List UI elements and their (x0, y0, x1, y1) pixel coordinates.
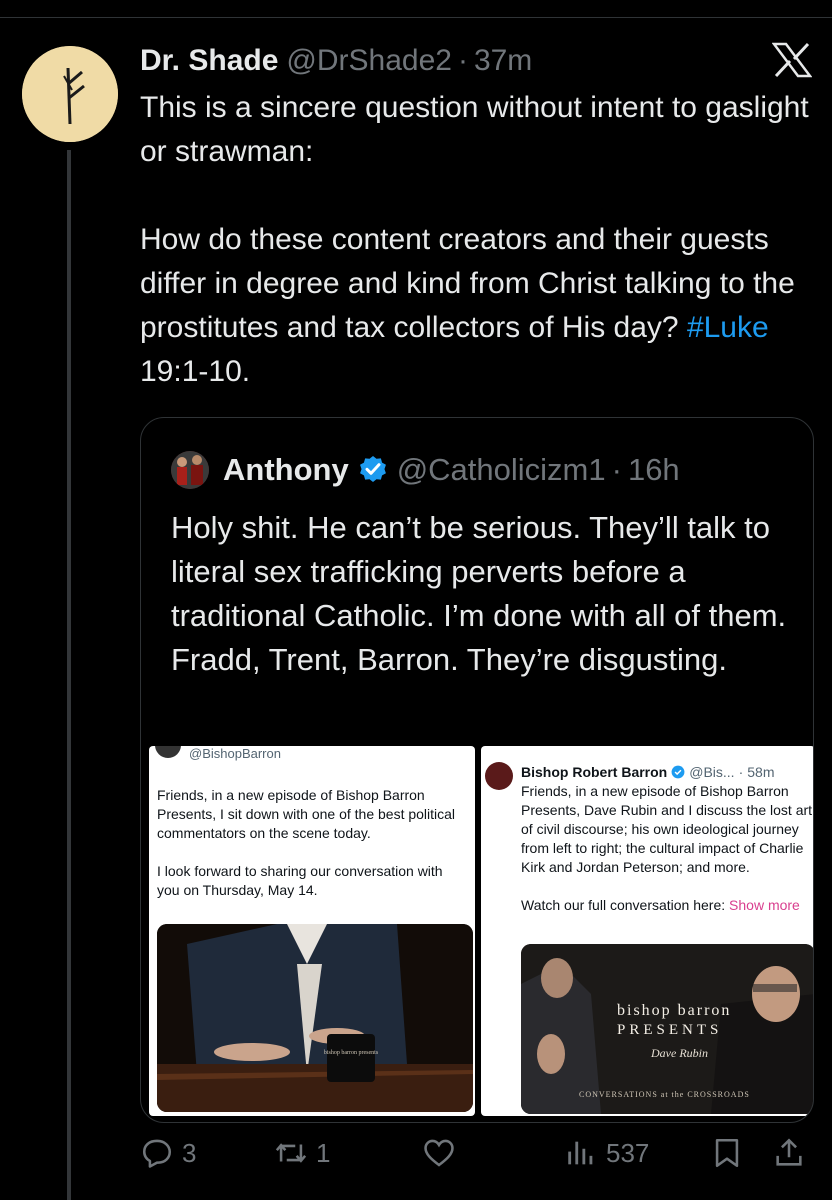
repost-count: 1 (316, 1137, 331, 1168)
tweet-time[interactable]: 37m (474, 44, 532, 78)
heart-icon (424, 1139, 454, 1167)
verified-badge-small-icon (671, 765, 685, 779)
action-bar: 3 1 537 (140, 1130, 820, 1176)
embedded-right-paragraph-2: Watch our full conversation here: Show m… (521, 896, 813, 915)
thumbnail-title: bishop barron (617, 1002, 732, 1019)
quote-text: Holy shit. He can’t be serious. They’ll … (171, 510, 787, 677)
reply-count: 3 (182, 1137, 197, 1168)
tweet-paragraph-1: This is a sincere question without inten… (140, 91, 809, 168)
quote-author-name[interactable]: Anthony (223, 452, 349, 488)
tweet-body: This is a sincere question without inten… (140, 86, 820, 394)
embedded-text-right: Friends, in a new episode of Bishop Barr… (521, 782, 813, 934)
top-divider (0, 0, 832, 18)
show-more-link: Show more (729, 897, 800, 913)
view-count: 537 (606, 1137, 650, 1168)
bookmark-icon (715, 1138, 739, 1168)
author-avatar[interactable] (22, 46, 118, 142)
embedded-right-avatar (485, 762, 513, 790)
thumbnail-guest: Dave Rubin (651, 1046, 708, 1060)
tweet-paragraph-2: How do these content creators and their … (140, 218, 820, 394)
bookmark-button[interactable] (710, 1130, 744, 1176)
repost-button[interactable]: 1 (274, 1130, 330, 1176)
thumbnail-footer: CONVERSATIONS at the CROSSROADS (579, 1090, 750, 1099)
embedded-right-time: 58m (747, 764, 775, 780)
author-name[interactable]: Dr. Shade (140, 44, 278, 78)
tweet-header: Dr. Shade @DrShade2 · 37m (140, 40, 532, 82)
embedded-right-paragraph-2-text: Watch our full conversation here: (521, 897, 730, 913)
quote-author-handle[interactable]: @Catholicizm1 (397, 452, 606, 488)
thumbnail-presents: PRESENTS (617, 1022, 723, 1038)
embedded-photo-left: bishop barron presents (157, 924, 473, 1112)
embedded-text-left: Friends, in a new episode of Bishop Barr… (157, 786, 457, 919)
quote-time[interactable]: 16h (628, 452, 680, 488)
embedded-right-name: Bishop Robert Barron (521, 764, 668, 780)
separator-dot: · (457, 44, 468, 77)
embedded-right-header: Bishop Robert Barron @Bis... · 58m (521, 764, 774, 780)
embedded-photo-right: bishop barron PRESENTS Dave Rubin CONVER… (521, 944, 813, 1114)
embedded-left-paragraph-1: Friends, in a new episode of Bishop Barr… (157, 787, 456, 841)
reply-icon (142, 1139, 172, 1168)
verified-badge-icon (359, 456, 386, 482)
x-logo-icon[interactable] (772, 42, 812, 78)
embedded-screenshot-right[interactable]: Bishop Robert Barron @Bis... · 58m Frien… (481, 746, 813, 1116)
embedded-right-paragraph-1: Friends, in a new episode of Bishop Barr… (521, 783, 813, 875)
mug-text: bishop barron presents (324, 1050, 379, 1056)
quote-avatar[interactable] (171, 451, 209, 489)
repost-icon (275, 1143, 307, 1163)
rune-avatar-icon (22, 46, 118, 142)
quote-tweet[interactable]: Anthony @Catholicizm1 · 16h Holy shit. H… (140, 417, 814, 1123)
embedded-right-handle: @Bis... (689, 764, 735, 780)
views-button[interactable]: 537 (564, 1130, 649, 1176)
embedded-screenshot-left[interactable]: @BishopBarron Friends, in a new episode … (149, 746, 475, 1116)
share-button[interactable] (772, 1130, 806, 1176)
views-icon (568, 1141, 593, 1165)
quote-separator-dot: · (611, 452, 622, 487)
hashtag-link[interactable]: #Luke (687, 311, 769, 344)
author-handle[interactable]: @DrShade2 (286, 44, 452, 78)
quote-header: Anthony @Catholicizm1 · 16h (171, 448, 680, 492)
embedded-right-dot: · (738, 764, 744, 780)
tweet-paragraph-2-end: 19:1-10. (140, 355, 251, 388)
reply-button[interactable]: 3 (140, 1130, 196, 1176)
like-button[interactable] (422, 1130, 464, 1176)
embedded-handle: @BishopBarron (189, 746, 281, 761)
share-icon (776, 1138, 802, 1166)
interview-photo: bishop barron presents (157, 924, 473, 1112)
quote-avatar-image (171, 451, 209, 489)
thread-line (67, 150, 71, 1200)
embedded-left-paragraph-2: I look forward to sharing our conversati… (157, 863, 443, 898)
embedded-avatar (155, 746, 181, 758)
